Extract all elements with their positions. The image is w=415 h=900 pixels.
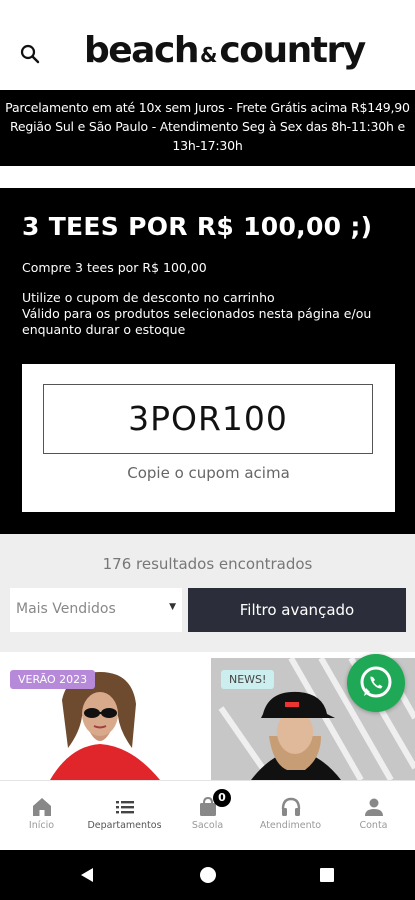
whatsapp-button[interactable]: [347, 654, 405, 712]
promo-banner: 3 TEES POR R$ 100,00 ;) Compre 3 tees po…: [0, 188, 415, 534]
coupon-code[interactable]: 3POR100: [43, 384, 373, 454]
recents-icon[interactable]: [319, 867, 335, 883]
back-icon[interactable]: [78, 866, 96, 884]
nav-label: Departamentos: [87, 820, 162, 831]
whatsapp-icon: [360, 666, 392, 698]
logo-ampersand: &: [199, 43, 218, 67]
announcement-line-3: 13h-17:30h: [172, 138, 243, 153]
home-icon: [32, 798, 51, 816]
results-toolbar: 176 resultados encontrados Mais Vendidos…: [0, 534, 415, 652]
cart-count-badge: 0: [213, 789, 231, 807]
search-icon: [20, 44, 40, 64]
home-circle-icon[interactable]: [199, 866, 217, 884]
promo-description: Utilize o cupom de desconto no carrinho …: [22, 290, 402, 338]
dropdown-caret-icon: ▼: [169, 602, 176, 612]
list-icon: [115, 801, 134, 814]
promo-title: 3 TEES POR R$ 100,00 ;): [22, 212, 373, 241]
coupon-hint: Copie o cupom acima: [127, 464, 290, 482]
nav-item-sacola[interactable]: 0 Sacola: [166, 781, 249, 851]
nav-item-atendimento[interactable]: Atendimento: [249, 781, 332, 851]
announcement-bar: Parcelamento em até 10x sem Juros - Fret…: [0, 90, 415, 166]
promo-subtitle: Compre 3 tees por R$ 100,00: [22, 260, 207, 275]
coupon-card: 3POR100 Copie o cupom acima: [22, 364, 395, 512]
promo-desc-line-2: Válido para os produtos selecionados nes…: [22, 306, 372, 321]
nav-item-inicio[interactable]: Início: [0, 781, 83, 851]
nav-label: Sacola: [191, 820, 224, 831]
promo-desc-line-1: Utilize o cupom de desconto no carrinho: [22, 290, 275, 305]
product-badge: VERÃO 2023: [10, 670, 96, 689]
results-count: 176 resultados encontrados: [102, 555, 313, 573]
advanced-filter-button[interactable]: Filtro avançado: [188, 588, 406, 632]
search-button[interactable]: [18, 42, 42, 66]
announcement-line-1: Parcelamento em até 10x sem Juros - Fret…: [5, 100, 410, 115]
user-icon: [364, 798, 383, 816]
nav-label: Conta: [359, 820, 388, 831]
system-navigation-bar: [0, 850, 415, 900]
nav-label: Atendimento: [259, 820, 322, 831]
headset-icon: [281, 797, 300, 816]
promo-desc-line-3: enquanto durar o estoque: [22, 322, 186, 337]
logo-text-beach: beach: [84, 30, 199, 71]
product-card[interactable]: VERÃO 2023: [0, 658, 204, 780]
nav-item-conta[interactable]: Conta: [332, 781, 415, 851]
sort-select[interactable]: Mais Vendidos ▼: [10, 588, 182, 632]
product-badge: NEWS!: [221, 670, 275, 689]
nav-label: Início: [28, 820, 55, 831]
logo-text-country: country: [219, 30, 366, 71]
bottom-navigation: Início Departamentos 0 Sacola Atendiment…: [0, 780, 415, 850]
announcement-line-2: Região Sul e São Paulo - Atendimento Seg…: [9, 119, 405, 134]
app-header: beach &country: [0, 0, 415, 90]
nav-item-departamentos[interactable]: Departamentos: [83, 781, 166, 851]
sort-selected-value: Mais Vendidos: [16, 601, 116, 617]
brand-logo[interactable]: beach &country: [84, 30, 366, 71]
